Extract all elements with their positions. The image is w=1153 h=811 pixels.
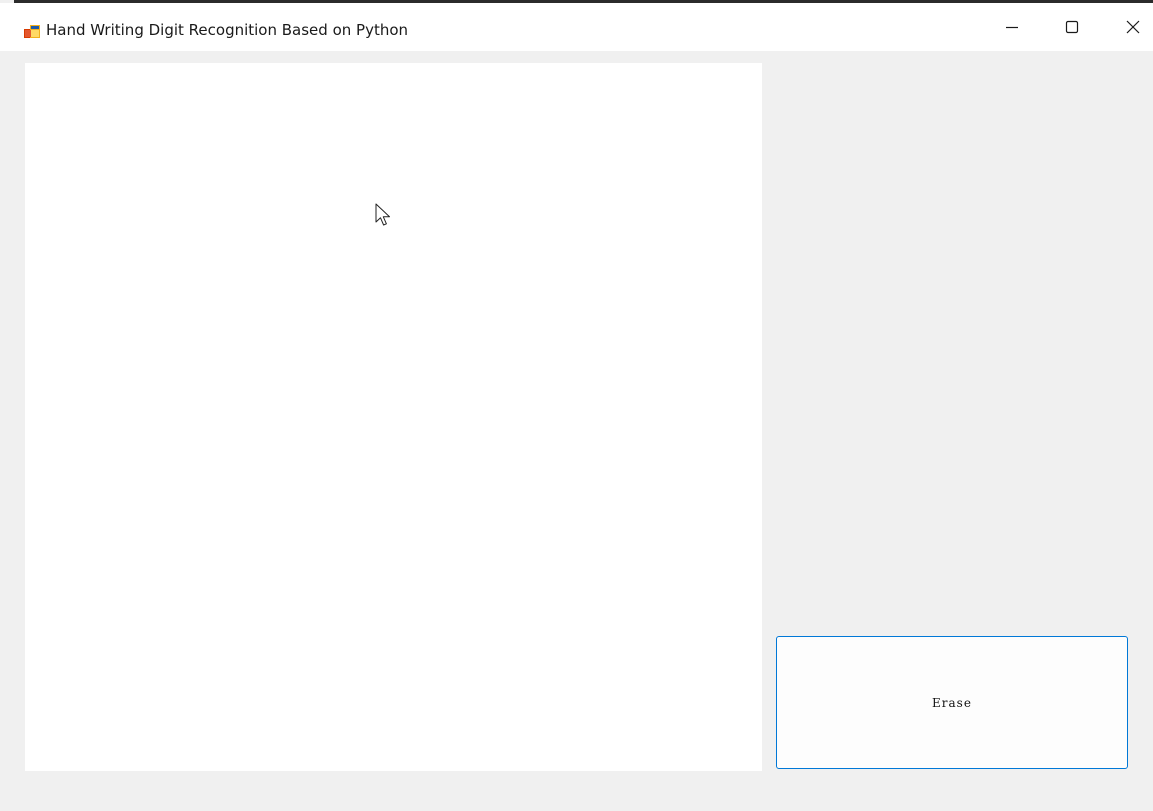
app-window-icon[interactable] <box>24 24 41 40</box>
window-title: Hand Writing Digit Recognition Based on … <box>46 21 409 39</box>
title-bar[interactable]: Hand Writing Digit Recognition Based on … <box>0 3 1153 51</box>
minimize-button[interactable] <box>983 3 1041 51</box>
close-button[interactable] <box>1104 3 1153 51</box>
minimize-icon <box>1006 26 1018 29</box>
maximize-button[interactable] <box>1043 3 1101 51</box>
maximize-icon <box>1065 20 1079 34</box>
mouse-pointer-icon <box>375 203 393 229</box>
erase-button[interactable]: Erase <box>776 636 1128 769</box>
drawing-canvas[interactable] <box>25 63 762 771</box>
app-window: Hand Writing Digit Recognition Based on … <box>0 0 1153 811</box>
close-icon <box>1126 20 1140 34</box>
